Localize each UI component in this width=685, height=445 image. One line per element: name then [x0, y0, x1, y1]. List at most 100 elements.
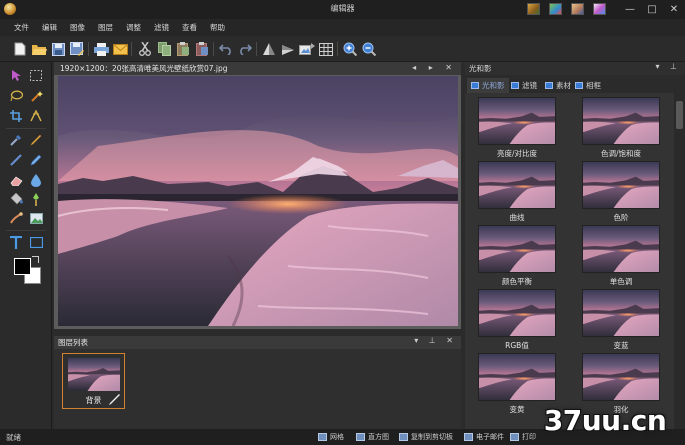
copy-icon[interactable]	[155, 40, 173, 58]
tab-materials[interactable]: 素材	[545, 78, 571, 93]
effect-label: 曲线	[509, 213, 525, 222]
menu-help[interactable]: 帮助	[204, 19, 232, 36]
lasso-tool-icon[interactable]	[8, 88, 24, 104]
menu-adjust[interactable]: 调整	[120, 19, 148, 36]
layers-panel-controls[interactable]: ▾ ⊥ ✕	[414, 336, 457, 345]
menu-edit[interactable]: 编辑	[36, 19, 64, 36]
save-as-icon[interactable]	[68, 40, 86, 58]
status-copy-clipboard-button[interactable]: 复制到剪切板	[399, 431, 453, 443]
maximize-button[interactable]: □	[641, 0, 663, 19]
main-image[interactable]	[58, 76, 458, 326]
effects-panel-controls[interactable]: ▾ ⊥	[655, 62, 681, 71]
effect-item[interactable]: 色调/饱和度	[582, 97, 660, 159]
text-tool-icon[interactable]	[8, 234, 24, 250]
shape-tool-icon[interactable]	[28, 234, 44, 250]
effect-item[interactable]: 色阶	[582, 161, 660, 223]
tab-materials-icon	[545, 82, 553, 89]
menu-view[interactable]: 查看	[176, 19, 204, 36]
image-size-icon[interactable]	[298, 40, 316, 58]
crop-tool-icon[interactable]	[8, 108, 24, 124]
fill-bucket-tool-icon[interactable]	[8, 191, 24, 207]
tab-light-shadow-icon	[471, 82, 479, 89]
blur-tool-icon[interactable]	[28, 172, 44, 188]
menu-layer[interactable]: 图层	[92, 19, 120, 36]
brush-tool-icon[interactable]	[28, 152, 44, 168]
menu-bar: 文件 编辑 图像 图层 调整 滤镜 查看 帮助	[0, 19, 685, 36]
open-folder-icon[interactable]	[30, 40, 48, 58]
effect-label: 颜色平衡	[502, 277, 532, 286]
zoom-in-icon[interactable]	[341, 40, 359, 58]
effects-scrollbar[interactable]	[674, 93, 685, 429]
status-grid-button[interactable]: 网格	[318, 431, 344, 443]
status-histogram-button[interactable]: 直方图	[356, 431, 389, 443]
redo-icon[interactable]	[236, 40, 254, 58]
minimize-button[interactable]: —	[619, 0, 641, 19]
clone-tool-icon[interactable]	[8, 210, 24, 226]
layer-item-background[interactable]: 背景	[62, 353, 125, 409]
document-tab-controls[interactable]: ◂ ▸ ✕	[412, 63, 457, 72]
scrollbar-thumb[interactable]	[676, 101, 683, 129]
foreground-color-swatch[interactable]	[14, 258, 31, 275]
close-button[interactable]: ✕	[663, 0, 685, 19]
cut-icon[interactable]	[136, 40, 154, 58]
eraser-tool-icon[interactable]	[8, 172, 24, 188]
zoom-out-icon[interactable]	[360, 40, 378, 58]
effect-item[interactable]: RGB值	[478, 289, 556, 351]
gradient-tool-icon[interactable]	[28, 191, 44, 207]
layer-edit-icon[interactable]	[108, 394, 122, 406]
rect-select-tool-icon[interactable]	[28, 67, 44, 83]
document-tab[interactable]: 1920×1200：20张高清唯美风光壁纸欣赏07.jpg ◂ ▸ ✕	[54, 62, 461, 75]
flip-icon[interactable]	[260, 40, 278, 58]
quick-skin-buttons[interactable]	[527, 3, 606, 15]
grid-icon	[318, 433, 327, 441]
skin-thumb-2-icon[interactable]	[549, 3, 562, 15]
status-text: 就绪	[6, 433, 21, 442]
effect-item[interactable]: 变蓝	[582, 289, 660, 351]
effect-item[interactable]: 颜色平衡	[478, 225, 556, 287]
effect-thumbnail	[582, 353, 660, 401]
layers-panel: 背景	[54, 349, 461, 429]
skin-thumb-1-icon[interactable]	[527, 3, 540, 15]
paste-icon[interactable]	[174, 40, 192, 58]
tab-light-shadow[interactable]: 光和影	[467, 78, 509, 93]
skin-thumb-4-icon[interactable]	[593, 3, 606, 15]
layers-panel-title: 图层列表	[58, 338, 88, 347]
pencil-tool-icon[interactable]	[28, 132, 44, 148]
status-email-button[interactable]: 电子邮件	[464, 431, 504, 443]
new-file-icon[interactable]	[11, 40, 29, 58]
undo-icon[interactable]	[217, 40, 235, 58]
effect-label: 变蓝	[613, 341, 629, 350]
layer-thumbnail	[68, 358, 120, 391]
paste-as-layer-icon[interactable]	[193, 40, 211, 58]
rotate-icon[interactable]	[279, 40, 297, 58]
save-icon[interactable]	[49, 40, 67, 58]
menu-file[interactable]: 文件	[8, 19, 36, 36]
magic-wand-tool-icon[interactable]	[28, 88, 44, 104]
print-icon	[510, 433, 519, 441]
effects-tabs: 光和影 滤镜 素材 相框	[465, 75, 685, 93]
image-tool-icon[interactable]	[28, 210, 44, 226]
histogram-icon	[356, 433, 365, 441]
swap-colors-icon[interactable]	[32, 256, 39, 263]
straighten-tool-icon[interactable]	[28, 108, 44, 124]
move-tool-icon[interactable]	[8, 67, 24, 83]
email-icon	[464, 433, 473, 441]
menu-image[interactable]: 图像	[64, 19, 92, 36]
effects-panel-title: 光和影	[469, 64, 492, 73]
color-picker-tool-icon[interactable]	[8, 132, 24, 148]
title-bar: 编辑器 — □ ✕	[0, 0, 685, 19]
toolbar	[0, 36, 685, 62]
tab-frames[interactable]: 相框	[575, 78, 601, 93]
menu-filter[interactable]: 滤镜	[148, 19, 176, 36]
grid-icon[interactable]	[317, 40, 335, 58]
print-icon[interactable]	[92, 40, 110, 58]
skin-thumb-3-icon[interactable]	[571, 3, 584, 15]
effect-item[interactable]: 亮度/对比度	[478, 97, 556, 159]
email-icon[interactable]	[111, 40, 129, 58]
effects-panel: 亮度/对比度 色调/饱和度 曲线 色阶 颜色平衡 单色调 RGB值 变蓝 变黄 羽化	[465, 93, 685, 429]
effect-item[interactable]: 曲线	[478, 161, 556, 223]
effect-item[interactable]: 单色调	[582, 225, 660, 287]
line-tool-icon[interactable]	[8, 152, 24, 168]
layers-panel-header: 图层列表 ▾ ⊥ ✕	[54, 336, 461, 349]
tab-filters[interactable]: 滤镜	[511, 78, 537, 93]
